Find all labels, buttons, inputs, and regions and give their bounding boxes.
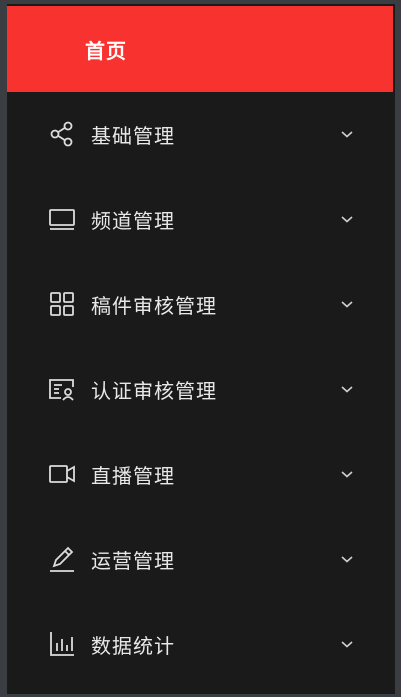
chevron-down-icon[interactable]: [339, 551, 355, 567]
sidebar-menu: 首页 基础管理 频道管理 稿件审核管理 认证审核管理 直播管理 运营管理 数据统…: [7, 4, 395, 694]
grid-icon: [45, 287, 79, 321]
sidebar-item-certification-review[interactable]: 认证审核管理: [7, 349, 393, 429]
sidebar-item-label: 基础管理: [91, 123, 175, 148]
share-nodes-icon: [45, 117, 79, 151]
sidebar-item-operations-management[interactable]: 运营管理: [7, 519, 393, 599]
sidebar-item-home[interactable]: 首页: [7, 6, 393, 92]
sidebar-item-label: 首页: [85, 38, 127, 63]
sidebar-item-data-statistics[interactable]: 数据统计: [7, 604, 393, 684]
sidebar-item-live-management[interactable]: 直播管理: [7, 434, 393, 514]
sidebar-item-manuscript-review[interactable]: 稿件审核管理: [7, 264, 393, 344]
sidebar-item-label: 频道管理: [91, 208, 175, 233]
chevron-down-icon[interactable]: [339, 636, 355, 652]
video-camera-icon: [45, 457, 79, 491]
chevron-down-icon[interactable]: [339, 211, 355, 227]
sidebar-item-label: 运营管理: [91, 548, 175, 573]
bar-chart-icon: [45, 627, 79, 661]
chevron-down-icon[interactable]: [339, 126, 355, 142]
chevron-down-icon[interactable]: [339, 466, 355, 482]
sidebar-item-label: 认证审核管理: [91, 378, 217, 403]
chevron-down-icon[interactable]: [339, 296, 355, 312]
pen-icon: [45, 542, 79, 576]
sidebar-item-label: 稿件审核管理: [91, 293, 217, 318]
sidebar-item-label: 数据统计: [91, 633, 175, 658]
sidebar-item-basic-management[interactable]: 基础管理: [7, 94, 393, 174]
app-frame: 首页 基础管理 频道管理 稿件审核管理 认证审核管理 直播管理 运营管理 数据统…: [0, 0, 401, 697]
sidebar-item-label: 直播管理: [91, 463, 175, 488]
id-card-icon: [45, 372, 79, 406]
monitor-icon: [45, 202, 79, 236]
chevron-down-icon[interactable]: [339, 381, 355, 397]
sidebar-item-channel-management[interactable]: 频道管理: [7, 179, 393, 259]
